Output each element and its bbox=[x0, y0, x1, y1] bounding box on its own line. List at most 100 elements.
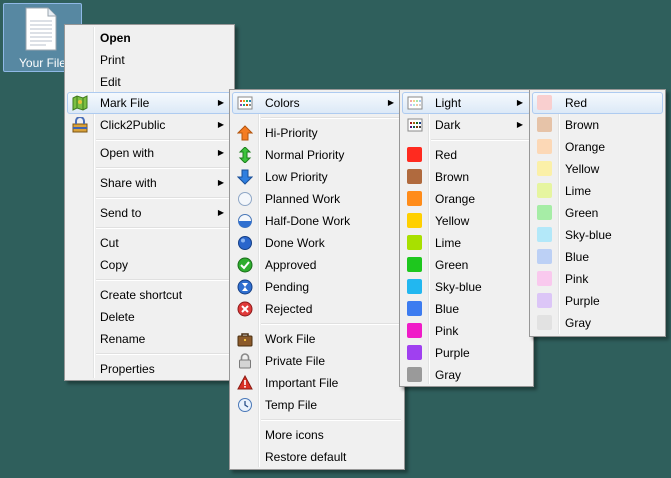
menu-item-open[interactable]: Open bbox=[67, 27, 232, 49]
menu-item-color-sky-blue[interactable]: Sky-blue bbox=[532, 224, 663, 246]
lock-box-icon bbox=[72, 117, 88, 133]
menu-item-copy[interactable]: Copy bbox=[67, 254, 232, 276]
color-swatch-icon bbox=[537, 95, 552, 110]
menu-item-color-brown[interactable]: Brown bbox=[532, 114, 663, 136]
submenu-arrow-icon: ▶ bbox=[217, 178, 224, 187]
menu-item-label: Approved bbox=[265, 258, 317, 272]
menu-item-label: Sky-blue bbox=[435, 280, 482, 294]
menu-item-hi-priority[interactable]: Hi-Priority bbox=[232, 122, 402, 144]
menu-item-create-shortcut[interactable]: Create shortcut bbox=[67, 284, 232, 306]
menu-item-color-lime[interactable]: Lime bbox=[532, 180, 663, 202]
color-swatch-icon bbox=[537, 315, 552, 330]
menu-item-label: Done Work bbox=[265, 236, 325, 250]
menu-item-more-icons[interactable]: More icons bbox=[232, 424, 402, 446]
menu-item-color-red[interactable]: Red bbox=[402, 144, 531, 166]
menu-item-color-green[interactable]: Green bbox=[402, 254, 531, 276]
color-swatch-icon bbox=[407, 279, 422, 294]
menu-item-color-blue[interactable]: Blue bbox=[402, 298, 531, 320]
menu-item-color-sky-blue[interactable]: Sky-blue bbox=[402, 276, 531, 298]
menu-item-label: Blue bbox=[435, 302, 460, 316]
menu-item-color-green[interactable]: Green bbox=[532, 202, 663, 224]
menu-item-cut[interactable]: Cut bbox=[67, 232, 232, 254]
menu-item-color-purple[interactable]: Purple bbox=[532, 290, 663, 312]
menu-item-label: Red bbox=[565, 96, 588, 110]
menu-item-label: Delete bbox=[100, 310, 135, 324]
menu-item-click2public[interactable]: Click2Public ▶ bbox=[67, 114, 232, 136]
menu-item-color-orange[interactable]: Orange bbox=[532, 136, 663, 158]
submenu-arrow-icon: ▶ bbox=[516, 98, 523, 107]
submenu-arrow-icon: ▶ bbox=[217, 148, 224, 157]
color-swatch-icon bbox=[537, 183, 552, 198]
menu-item-color-pink[interactable]: Pink bbox=[532, 268, 663, 290]
check-icon bbox=[237, 257, 253, 273]
menu-item-label: Planned Work bbox=[265, 192, 341, 206]
full-circle-icon bbox=[238, 236, 252, 250]
menu-item-pending[interactable]: Pending bbox=[232, 276, 402, 298]
menu-item-open-with[interactable]: Open with ▶ bbox=[67, 142, 232, 164]
menu-item-low-priority[interactable]: Low Priority bbox=[232, 166, 402, 188]
menu-item-planned-work[interactable]: Planned Work bbox=[232, 188, 402, 210]
menu-item-important-file[interactable]: Important File bbox=[232, 372, 402, 394]
menu-item-label: Lime bbox=[435, 236, 462, 250]
menu-item-print[interactable]: Print bbox=[67, 49, 232, 71]
menu-item-color-brown[interactable]: Brown bbox=[402, 166, 531, 188]
menu-item-color-pink[interactable]: Pink bbox=[402, 320, 531, 342]
menu-item-color-lime[interactable]: Lime bbox=[402, 232, 531, 254]
menu-item-label: Restore default bbox=[265, 450, 347, 464]
color-swatch-icon bbox=[407, 147, 422, 162]
document-icon bbox=[25, 7, 57, 51]
menu-item-label: Red bbox=[435, 148, 458, 162]
menu-item-color-red[interactable]: Red bbox=[532, 92, 663, 114]
menu-item-color-purple[interactable]: Purple bbox=[402, 342, 531, 364]
color-swatch-icon bbox=[407, 213, 422, 228]
menu-item-label: Sky-blue bbox=[565, 228, 612, 242]
menu-separator bbox=[96, 167, 231, 169]
menu-separator bbox=[261, 323, 401, 325]
submenu-arrow-icon: ▶ bbox=[217, 208, 224, 217]
menu-item-share-with[interactable]: Share with ▶ bbox=[67, 172, 232, 194]
color-swatch-icon bbox=[407, 191, 422, 206]
palette-grid-icon bbox=[407, 118, 423, 132]
menu-item-private-file[interactable]: Private File bbox=[232, 350, 402, 372]
menu-item-label: Lime bbox=[565, 184, 592, 198]
menu-item-normal-priority[interactable]: Normal Priority bbox=[232, 144, 402, 166]
menu-item-edit[interactable]: Edit bbox=[67, 71, 232, 93]
menu-item-work-file[interactable]: Work File bbox=[232, 328, 402, 350]
menu-item-dark[interactable]: Dark ▶ bbox=[402, 114, 531, 136]
padlock-icon bbox=[239, 353, 251, 369]
menu-item-label: Orange bbox=[435, 192, 476, 206]
color-swatch-icon bbox=[537, 117, 552, 132]
menu-item-label: Yellow bbox=[565, 162, 600, 176]
menu-separator bbox=[96, 139, 231, 141]
menu-item-label: Pink bbox=[435, 324, 459, 338]
menu-item-send-to[interactable]: Send to ▶ bbox=[67, 202, 232, 224]
menu-item-label: Yellow bbox=[435, 214, 470, 228]
color-swatch-icon bbox=[407, 169, 422, 184]
menu-item-done-work[interactable]: Done Work bbox=[232, 232, 402, 254]
menu-item-rename[interactable]: Rename bbox=[67, 328, 232, 350]
clock-icon bbox=[238, 398, 252, 412]
menu-item-properties[interactable]: Properties bbox=[67, 358, 232, 380]
menu-item-color-yellow[interactable]: Yellow bbox=[532, 158, 663, 180]
menu-item-rejected[interactable]: Rejected bbox=[232, 298, 402, 320]
menu-item-label: Rename bbox=[100, 332, 146, 346]
menu-separator bbox=[431, 139, 530, 141]
map-icon bbox=[72, 95, 88, 111]
menu-item-color-orange[interactable]: Orange bbox=[402, 188, 531, 210]
menu-item-restore-default[interactable]: Restore default bbox=[232, 446, 402, 468]
menu-item-color-yellow[interactable]: Yellow bbox=[402, 210, 531, 232]
menu-separator bbox=[261, 117, 401, 119]
menu-item-color-blue[interactable]: Blue bbox=[532, 246, 663, 268]
menu-item-temp-file[interactable]: Temp File bbox=[232, 394, 402, 416]
color-swatch-icon bbox=[537, 293, 552, 308]
menu-item-light[interactable]: Light ▶ bbox=[402, 92, 531, 114]
color-swatch-icon bbox=[407, 345, 422, 360]
menu-item-approved[interactable]: Approved bbox=[232, 254, 402, 276]
menu-item-delete[interactable]: Delete bbox=[67, 306, 232, 328]
menu-item-colors[interactable]: Colors ▶ bbox=[232, 92, 402, 114]
menu-item-color-gray[interactable]: Gray bbox=[532, 312, 663, 334]
menu-item-mark-file[interactable]: Mark File ▶ bbox=[67, 92, 232, 114]
menu-item-half-done-work[interactable]: Half-Done Work bbox=[232, 210, 402, 232]
menu-item-color-gray[interactable]: Gray bbox=[402, 364, 531, 386]
menu-item-label: Gray bbox=[565, 316, 592, 330]
